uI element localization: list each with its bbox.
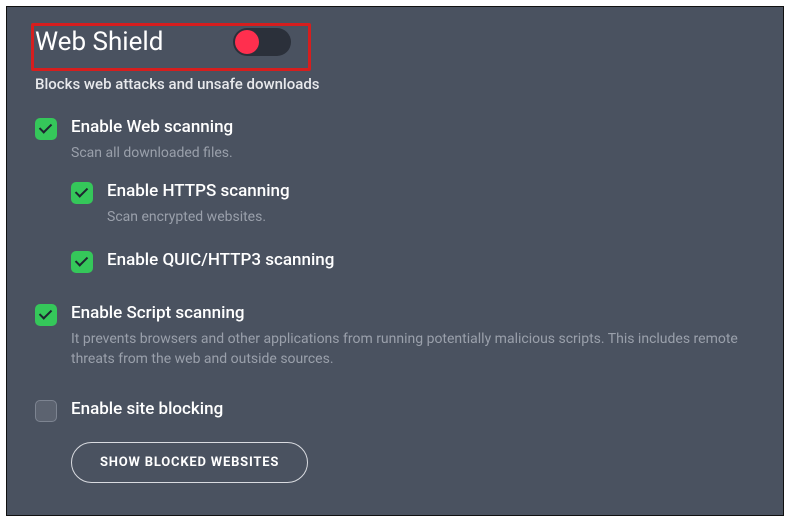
header-row: Web Shield [35, 27, 755, 57]
script-scanning-desc: It prevents browsers and other applicati… [71, 329, 755, 370]
option-https-scanning: Enable HTTPS scanning Scan encrypted web… [71, 181, 755, 227]
option-text: Enable Web scanning Scan all downloaded … [71, 117, 755, 163]
web-scanning-desc: Scan all downloaded files. [71, 143, 755, 163]
option-text: Enable HTTPS scanning Scan encrypted web… [107, 181, 755, 227]
web-scanning-checkbox[interactable] [35, 118, 57, 140]
site-blocking-checkbox[interactable] [35, 400, 57, 422]
site-blocking-label: Enable site blocking [71, 399, 755, 419]
https-scanning-label: Enable HTTPS scanning [107, 181, 755, 201]
toggle-knob-icon [235, 30, 259, 54]
settings-panel: Web Shield Blocks web attacks and unsafe… [6, 6, 784, 516]
web-scanning-label: Enable Web scanning [71, 117, 755, 137]
quic-scanning-label: Enable QUIC/HTTP3 scanning [107, 250, 755, 270]
https-scanning-checkbox[interactable] [71, 182, 93, 204]
script-scanning-checkbox[interactable] [35, 304, 57, 326]
web-scanning-subgroup: Enable HTTPS scanning Scan encrypted web… [71, 181, 755, 272]
web-shield-toggle[interactable] [233, 28, 291, 56]
script-scanning-label: Enable Script scanning [71, 303, 755, 323]
option-text: Enable QUIC/HTTP3 scanning [107, 250, 755, 270]
quic-scanning-checkbox[interactable] [71, 251, 93, 273]
option-text: Enable site blocking [71, 399, 755, 419]
option-web-scanning: Enable Web scanning Scan all downloaded … [35, 117, 755, 163]
option-script-scanning: Enable Script scanning It prevents brows… [35, 303, 755, 370]
https-scanning-desc: Scan encrypted websites. [107, 207, 755, 227]
page-title: Web Shield [35, 27, 163, 57]
page-subtitle: Blocks web attacks and unsafe downloads [35, 75, 755, 93]
option-quic-scanning: Enable QUIC/HTTP3 scanning [71, 250, 755, 273]
option-text: Enable Script scanning It prevents brows… [71, 303, 755, 370]
option-site-blocking: Enable site blocking [35, 399, 755, 422]
show-blocked-websites-button[interactable]: SHOW BLOCKED WEBSITES [71, 442, 308, 483]
